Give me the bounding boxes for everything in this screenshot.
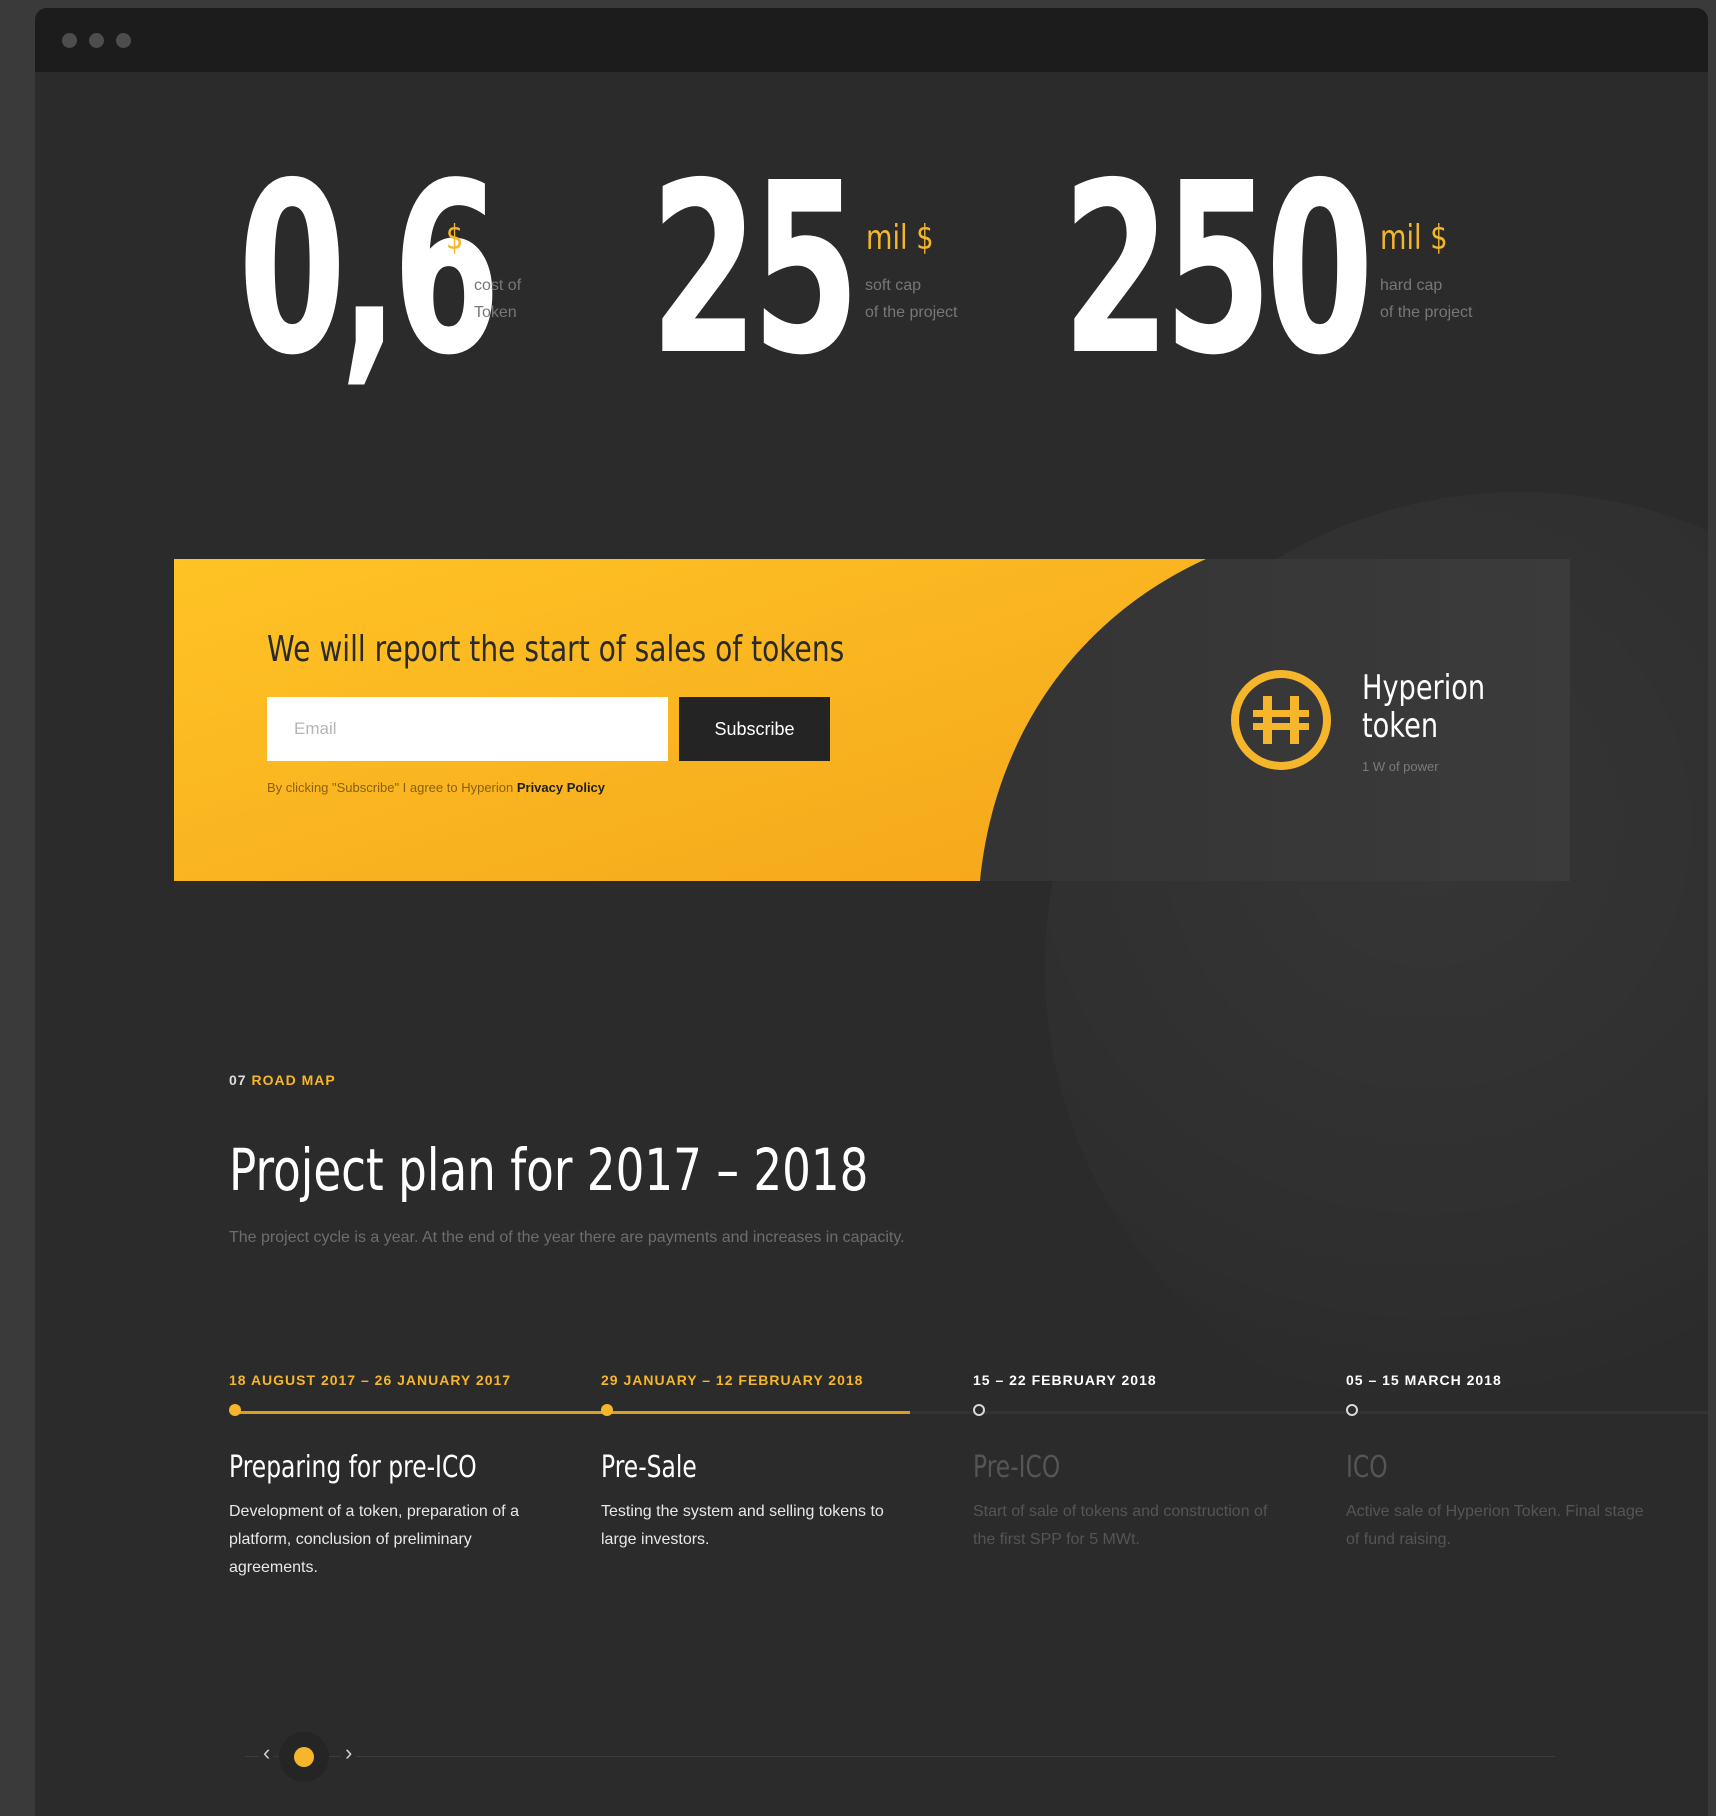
section-name: ROAD MAP [251, 1072, 336, 1088]
section-description: The project cycle is a year. At the end … [229, 1229, 905, 1246]
milestone-date: 05 – 15 MARCH 2018 [1346, 1372, 1502, 1388]
section-number: 07 [229, 1072, 247, 1088]
token-name: Hyperion token [1362, 668, 1486, 746]
milestone-description: Active sale of Hyperion Token. Final sta… [1346, 1503, 1644, 1548]
stat-value: 0,6 [238, 132, 501, 407]
section-label: 07 ROAD MAP [229, 1072, 336, 1088]
milestone-dot [1346, 1404, 1358, 1416]
page-content: 0,6 $ 25 mil $ 250 mil $ cost of Token s… [35, 72, 1708, 1816]
subscribe-button[interactable]: Subscribe [679, 697, 830, 761]
milestone-description: Development of a token, preparation of a… [229, 1503, 519, 1576]
milestone-title: Preparing for pre-ICO [229, 1450, 477, 1485]
milestone-description: Start of sale of tokens and construction… [973, 1503, 1268, 1548]
privacy-policy-link[interactable]: Privacy Policy [517, 780, 605, 795]
window-maximize-dot[interactable] [116, 33, 131, 48]
stat-unit: mil $ [1380, 218, 1448, 258]
window-close-dot[interactable] [62, 33, 77, 48]
browser-window: 0,6 $ 25 mil $ 250 mil $ cost of Token s… [35, 8, 1708, 1816]
milestone-dot [229, 1404, 241, 1416]
slider-track [245, 1756, 1555, 1757]
window-titlebar [35, 8, 1708, 72]
subscribe-banner: We will report the start of sales of tok… [174, 559, 1570, 881]
hyperion-token-logo-icon [1231, 670, 1331, 770]
chevron-left-icon[interactable]: ‹ [259, 1740, 275, 1766]
chevron-right-icon[interactable]: › [341, 1740, 357, 1766]
milestone-title: Pre-Sale [601, 1450, 697, 1485]
milestone-title: ICO [1346, 1450, 1388, 1485]
stat-value: 25 [650, 132, 860, 407]
milestone-dot [973, 1404, 985, 1416]
page-title: Project plan for 2017 – 2018 [229, 1136, 869, 1204]
timeline-slider: ‹ › [245, 1732, 1555, 1782]
milestone-date: 15 – 22 FEBRUARY 2018 [973, 1372, 1157, 1388]
milestone-dot [601, 1404, 613, 1416]
stat-caption-hard-cap: hard cap of the project [1380, 277, 1473, 321]
timeline-progress [235, 1411, 910, 1414]
consent-text: By clicking "Subscribe" I agree to Hyper… [267, 780, 605, 795]
token-subtitle: 1 W of power [1362, 759, 1439, 774]
stat-value: 250 [1062, 132, 1374, 407]
window-minimize-dot[interactable] [89, 33, 104, 48]
milestone-title: Pre-ICO [973, 1450, 1061, 1485]
milestone-date: 29 JANUARY – 12 FEBRUARY 2018 [601, 1372, 864, 1388]
milestone-description: Testing the system and selling tokens to… [601, 1503, 884, 1548]
consent-label: By clicking "Subscribe" I agree to Hyper… [267, 780, 517, 795]
stat-caption-soft-cap: soft cap of the project [865, 277, 958, 321]
subscribe-title: We will report the start of sales of tok… [267, 629, 845, 670]
slider-knob[interactable] [279, 1732, 329, 1782]
milestone-date: 18 AUGUST 2017 – 26 JANUARY 2017 [229, 1372, 512, 1388]
stat-caption-token-cost: cost of Token [474, 277, 522, 321]
stat-unit: mil $ [866, 218, 934, 258]
stat-unit: $ [446, 218, 464, 258]
email-input[interactable] [267, 697, 668, 761]
